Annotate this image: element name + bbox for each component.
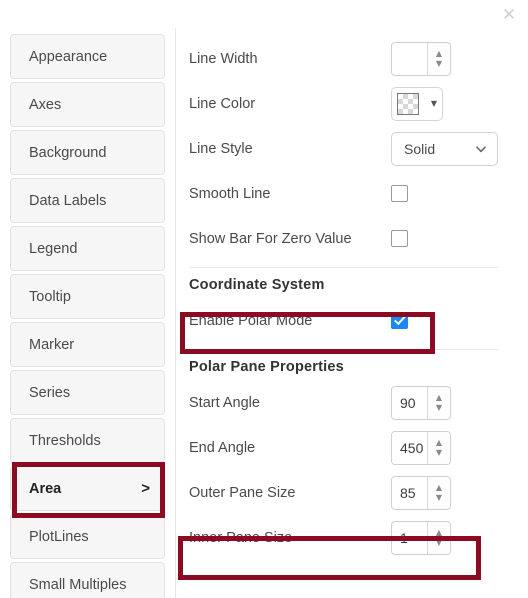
- line-color-picker[interactable]: ▼: [391, 86, 443, 121]
- show-bar-zero-value-checkbox[interactable]: [391, 230, 408, 247]
- spinner-down-icon[interactable]: ▼: [428, 59, 450, 75]
- spinner-up-icon[interactable]: ▲: [428, 43, 450, 59]
- chevron-right-icon: >: [141, 480, 150, 497]
- sidebar-item-label: Area: [29, 480, 62, 497]
- coordinate-system-heading: Coordinate System: [189, 277, 325, 293]
- sidebar-item-label: Tooltip: [29, 288, 71, 305]
- sidebar-item-label: Axes: [29, 96, 62, 113]
- sidebar-item-series[interactable]: Series: [10, 370, 165, 415]
- row-smooth-line: Smooth Line: [189, 171, 498, 216]
- color-swatch-icon: [397, 92, 419, 115]
- end-angle-control: 450 ▲ ▼: [391, 430, 451, 465]
- outer-pane-size-stepper[interactable]: 85 ▲ ▼: [391, 475, 451, 510]
- line-color-label: Line Color: [189, 95, 256, 112]
- sidebar-item-label: Data Labels: [29, 192, 107, 209]
- start-angle-stepper[interactable]: 90 ▲ ▼: [391, 385, 451, 420]
- end-angle-label: End Angle: [189, 439, 256, 456]
- row-show-bar-zero-value: Show Bar For Zero Value: [189, 216, 498, 261]
- outer-pane-size-input[interactable]: 85: [392, 476, 427, 509]
- enable-polar-mode-control: [391, 312, 408, 329]
- spinner-up-icon[interactable]: ▲: [428, 477, 450, 493]
- sidebar-item-axes[interactable]: Axes: [10, 82, 165, 127]
- show-bar-zero-value-label: Show Bar For Zero Value: [189, 230, 352, 247]
- outer-pane-size-control: 85 ▲ ▼: [391, 475, 451, 510]
- row-line-width: Line Width ▲ ▼: [189, 36, 498, 81]
- line-width-label: Line Width: [189, 50, 258, 67]
- end-angle-arrows: ▲ ▼: [427, 431, 450, 464]
- area-settings-content: Line Width ▲ ▼ Line Color ▼ Line Style S…: [175, 0, 528, 598]
- sidebar-item-label: Thresholds: [29, 432, 101, 449]
- polar-pane-properties-heading: Polar Pane Properties: [189, 359, 344, 375]
- sidebar-item-label: Background: [29, 144, 107, 161]
- sidebar-item-legend[interactable]: Legend: [10, 226, 165, 271]
- line-style-label: Line Style: [189, 140, 253, 157]
- chart-settings-panel: Appearance Axes Background Data Labels L…: [0, 0, 528, 598]
- sidebar-item-data-labels[interactable]: Data Labels: [10, 178, 165, 223]
- start-angle-control: 90 ▲ ▼: [391, 385, 451, 420]
- row-enable-polar-mode: Enable Polar Mode: [189, 298, 498, 343]
- smooth-line-label: Smooth Line: [189, 185, 271, 202]
- spinner-up-icon[interactable]: ▲: [428, 432, 450, 448]
- row-end-angle: End Angle 450 ▲ ▼: [189, 425, 498, 470]
- chevron-down-icon: [476, 145, 486, 152]
- settings-category-sidebar: Appearance Axes Background Data Labels L…: [0, 0, 175, 598]
- row-line-style: Line Style Solid: [189, 126, 498, 171]
- sidebar-item-thresholds[interactable]: Thresholds: [10, 418, 165, 463]
- end-angle-input[interactable]: 450: [392, 431, 427, 464]
- end-angle-stepper[interactable]: 450 ▲ ▼: [391, 430, 451, 465]
- line-width-control: ▲ ▼: [391, 41, 451, 76]
- inner-pane-size-control: 1 ▲ ▼: [391, 520, 451, 555]
- inner-pane-size-input[interactable]: 1: [392, 521, 427, 554]
- spinner-up-icon[interactable]: ▲: [428, 387, 450, 403]
- line-style-select[interactable]: Solid: [391, 131, 498, 166]
- sidebar-item-label: Small Multiples: [29, 576, 127, 593]
- inner-pane-size-stepper[interactable]: 1 ▲ ▼: [391, 520, 451, 555]
- inner-pane-size-arrows: ▲ ▼: [427, 521, 450, 554]
- line-width-input[interactable]: [392, 42, 427, 75]
- sidebar-item-label: Series: [29, 384, 71, 401]
- sidebar-item-marker[interactable]: Marker: [10, 322, 165, 367]
- sidebar-item-plotlines[interactable]: PlotLines: [10, 514, 165, 559]
- caret-down-icon[interactable]: ▼: [431, 99, 437, 108]
- row-outer-pane-size: Outer Pane Size 85 ▲ ▼: [189, 470, 498, 515]
- line-width-stepper[interactable]: ▲ ▼: [391, 41, 451, 76]
- sidebar-item-area[interactable]: Area >: [10, 466, 165, 511]
- sidebar-item-label: PlotLines: [29, 528, 89, 545]
- sidebar-item-label: Marker: [29, 336, 75, 353]
- line-style-control: Solid: [391, 131, 498, 166]
- inner-pane-size-label: Inner Pane Size: [189, 529, 293, 546]
- enable-polar-mode-checkbox[interactable]: [391, 312, 408, 329]
- close-icon[interactable]: ✕: [496, 2, 522, 28]
- sidebar-item-small-multiples[interactable]: Small Multiples: [10, 562, 165, 598]
- spinner-up-icon[interactable]: ▲: [428, 522, 450, 538]
- row-start-angle: Start Angle 90 ▲ ▼: [189, 380, 498, 425]
- spinner-down-icon[interactable]: ▼: [428, 538, 450, 554]
- line-width-arrows: ▲ ▼: [427, 42, 450, 75]
- smooth-line-checkbox[interactable]: [391, 185, 408, 202]
- row-inner-pane-size: Inner Pane Size 1 ▲ ▼: [189, 515, 498, 560]
- show-bar-zero-value-control: [391, 230, 408, 247]
- row-line-color: Line Color ▼: [189, 81, 498, 126]
- start-angle-arrows: ▲ ▼: [427, 386, 450, 419]
- sidebar-item-background[interactable]: Background: [10, 130, 165, 175]
- spinner-down-icon[interactable]: ▼: [428, 403, 450, 419]
- sidebar-item-tooltip[interactable]: Tooltip: [10, 274, 165, 319]
- outer-pane-size-arrows: ▲ ▼: [427, 476, 450, 509]
- start-angle-input[interactable]: 90: [392, 386, 427, 419]
- start-angle-label: Start Angle: [189, 394, 260, 411]
- spinner-down-icon[interactable]: ▼: [428, 493, 450, 509]
- sidebar-item-label: Appearance: [29, 48, 108, 65]
- line-color-control: ▼: [391, 86, 443, 121]
- sidebar-item-appearance[interactable]: Appearance: [10, 34, 165, 79]
- sidebar-item-label: Legend: [29, 240, 78, 257]
- smooth-line-control: [391, 185, 408, 202]
- outer-pane-size-label: Outer Pane Size: [189, 484, 296, 501]
- spinner-down-icon[interactable]: ▼: [428, 448, 450, 464]
- line-style-value: Solid: [404, 140, 436, 157]
- enable-polar-mode-label: Enable Polar Mode: [189, 312, 313, 329]
